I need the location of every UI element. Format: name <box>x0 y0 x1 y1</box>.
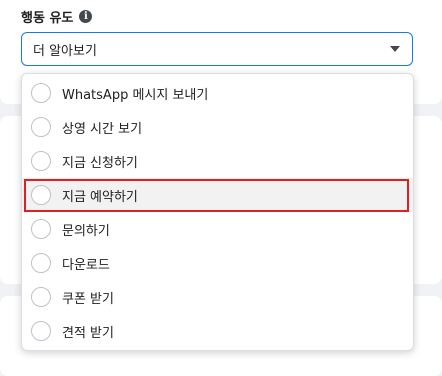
radio-icon[interactable] <box>31 253 51 273</box>
option-label: 견적 받기 <box>62 325 114 341</box>
call-to-action-select[interactable]: 더 알아보기 <box>21 32 413 66</box>
option-book-now[interactable]: 지금 예약하기 <box>22 178 413 212</box>
radio-icon[interactable] <box>31 117 51 137</box>
option-label: 쿠폰 받기 <box>62 291 114 307</box>
option-see-showtimes[interactable]: 상영 시간 보기 <box>22 110 413 144</box>
select-value: 더 알아보기 <box>33 43 97 59</box>
radio-icon[interactable] <box>31 83 51 103</box>
call-to-action-label: 행동 유도 i <box>21 7 93 26</box>
option-label: 지금 예약하기 <box>62 189 138 205</box>
call-to-action-label-text: 행동 유도 <box>21 11 74 26</box>
info-icon[interactable]: i <box>79 10 93 23</box>
call-to-action-dropdown: WhatsApp 메시지 보내기 상영 시간 보기 지금 신청하기 지금 예약하… <box>21 73 414 351</box>
option-label: WhatsApp 메시지 보내기 <box>62 87 209 103</box>
option-contact-us[interactable]: 문의하기 <box>22 212 413 246</box>
radio-icon[interactable] <box>31 287 51 307</box>
option-label: 상영 시간 보기 <box>62 121 143 137</box>
radio-icon[interactable] <box>31 321 51 341</box>
radio-icon[interactable] <box>31 151 51 171</box>
option-get-offer[interactable]: 쿠폰 받기 <box>22 280 413 314</box>
radio-icon[interactable] <box>31 219 51 239</box>
option-label: 문의하기 <box>62 223 110 239</box>
option-get-quote[interactable]: 견적 받기 <box>22 314 413 348</box>
option-label: 다운로드 <box>62 257 110 273</box>
option-label: 지금 신청하기 <box>62 155 138 171</box>
option-download[interactable]: 다운로드 <box>22 246 413 280</box>
option-whatsapp-message[interactable]: WhatsApp 메시지 보내기 <box>22 76 413 110</box>
radio-icon[interactable] <box>31 185 51 205</box>
caret-down-icon <box>390 46 400 52</box>
option-apply-now[interactable]: 지금 신청하기 <box>22 144 413 178</box>
